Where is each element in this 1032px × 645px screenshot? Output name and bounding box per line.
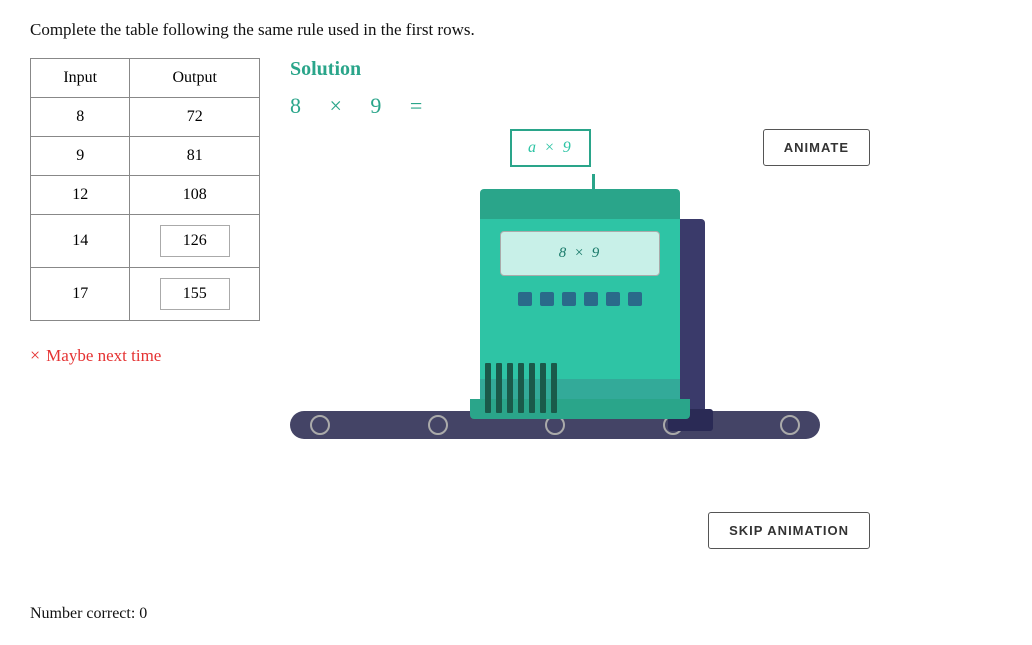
machine-screen: 8 × 9 — [500, 231, 660, 276]
conveyor-circle — [780, 415, 800, 435]
formula-box-top: a × 9 — [510, 129, 591, 167]
table-row: 17 155 — [31, 268, 260, 321]
input-cell-4: 14 — [31, 215, 130, 268]
machine-dot — [562, 292, 576, 306]
machine-illustration: a × 9 — [290, 129, 820, 499]
table-row: 14 126 — [31, 215, 260, 268]
stripe — [485, 363, 491, 413]
machine-area: ANIMATE a × 9 — [290, 129, 870, 549]
input-cell-3: 12 — [31, 176, 130, 215]
eq-equals: = — [410, 93, 425, 118]
input-cell-1: 8 — [31, 98, 130, 137]
table-row: 8 72 — [31, 98, 260, 137]
x-icon: × — [30, 345, 40, 366]
output-cell-3: 108 — [130, 176, 260, 215]
number-correct: Number correct: 0 — [30, 605, 147, 623]
feedback-message: × Maybe next time — [30, 345, 260, 366]
eq-num2: 9 — [370, 93, 384, 118]
feedback-text: Maybe next time — [46, 346, 161, 366]
stripe — [496, 363, 502, 413]
eq-times: × — [330, 93, 345, 118]
output-cell-1: 72 — [130, 98, 260, 137]
machine-top-cap — [480, 189, 680, 219]
skip-animation-button[interactable]: SKIP ANIMATION — [708, 512, 870, 549]
left-panel: Input Output 8 72 9 81 12 108 — [30, 58, 260, 366]
conveyor-circle — [310, 415, 330, 435]
eq-num1: 8 — [290, 93, 304, 118]
page-container: Complete the table following the same ru… — [0, 0, 1032, 645]
output-cell-5: 155 — [130, 268, 260, 321]
stripe — [518, 363, 524, 413]
stripe — [507, 363, 513, 413]
machine-dot — [606, 292, 620, 306]
stripe — [540, 363, 546, 413]
input-cell-2: 9 — [31, 137, 130, 176]
machine-dot — [540, 292, 554, 306]
machine-dot — [628, 292, 642, 306]
instruction-text: Complete the table following the same ru… — [30, 20, 1002, 40]
machine-main: 8 × 9 — [480, 219, 680, 379]
stripe — [551, 363, 557, 413]
answer-box-4[interactable]: 126 — [160, 225, 230, 257]
solution-equation: 8 × 9 = — [290, 93, 1002, 119]
machine-dots — [518, 292, 642, 306]
output-cell-2: 81 — [130, 137, 260, 176]
right-panel: Solution 8 × 9 = ANIMATE a × 9 — [290, 58, 1002, 549]
conveyor-circle — [428, 415, 448, 435]
input-cell-5: 17 — [31, 268, 130, 321]
machine-dot — [584, 292, 598, 306]
formula-top-text: a × 9 — [528, 139, 573, 156]
col-header-input: Input — [31, 59, 130, 98]
table-row: 9 81 — [31, 137, 260, 176]
table-row: 12 108 — [31, 176, 260, 215]
col-header-output: Output — [130, 59, 260, 98]
solution-header: Solution — [290, 58, 1002, 81]
output-cell-4: 126 — [130, 215, 260, 268]
main-content: Input Output 8 72 9 81 12 108 — [30, 58, 1002, 549]
machine-dot — [518, 292, 532, 306]
answer-box-5[interactable]: 155 — [160, 278, 230, 310]
entry-stripes — [485, 363, 557, 413]
stripe — [529, 363, 535, 413]
machine-formula-text: 8 × 9 — [559, 245, 602, 262]
io-table: Input Output 8 72 9 81 12 108 — [30, 58, 260, 321]
